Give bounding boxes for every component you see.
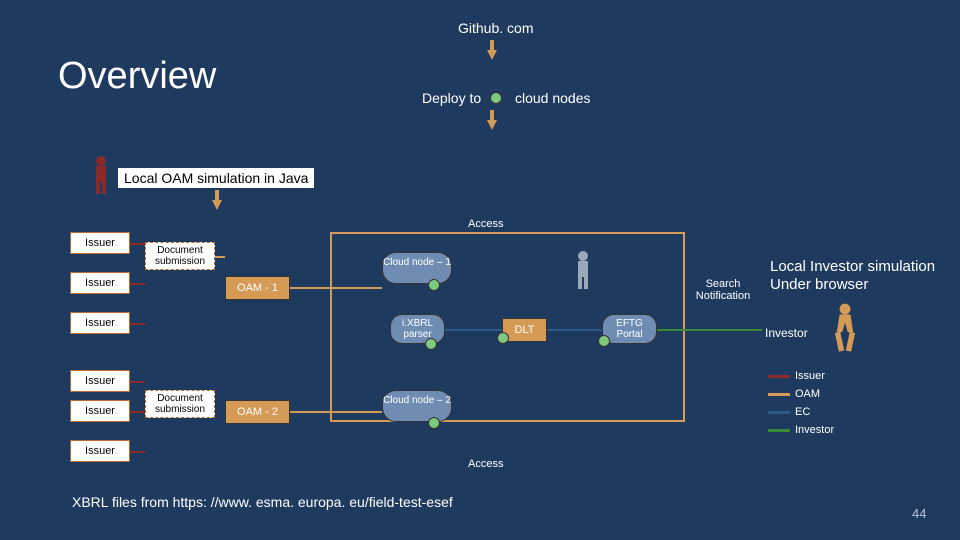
- page-title: Overview: [58, 55, 216, 98]
- connector: [547, 329, 602, 331]
- node-dot-icon: [428, 279, 440, 291]
- connector: [290, 411, 382, 413]
- cloud-dot-icon: [490, 92, 502, 104]
- arrow-stem: [490, 40, 494, 50]
- connector: [290, 287, 382, 289]
- issuer-box: Issuer: [70, 232, 130, 254]
- ixbrl-parser: i.XBRL parser: [390, 314, 445, 344]
- arrow-stem: [490, 110, 494, 120]
- arrow-down-icon: [487, 50, 497, 60]
- legend-ec: EC: [768, 406, 810, 418]
- oam-1-box: OAM - 1: [225, 276, 290, 300]
- connector: [445, 329, 502, 331]
- eftg-portal: EFTG Portal: [602, 314, 657, 344]
- connector: [130, 243, 145, 245]
- cloud-node-1: Cloud node – 1: [382, 252, 452, 284]
- issuer-box: Issuer: [70, 440, 130, 462]
- node-dot-icon: [598, 335, 610, 347]
- connector: [215, 256, 225, 258]
- oam-2-box: OAM - 2: [225, 400, 290, 424]
- legend-issuer: Issuer: [768, 370, 825, 382]
- connector: [130, 411, 145, 413]
- footer-text: XBRL files from https: //www. esma. euro…: [72, 494, 453, 510]
- cloud-node-2: Cloud node – 2: [382, 390, 452, 422]
- cloud-nodes-label: cloud nodes: [515, 90, 591, 106]
- investor-label: Investor: [765, 326, 808, 340]
- investor-sim-line1: Local Investor simulation: [770, 258, 935, 276]
- connector: [130, 451, 145, 453]
- doc-submission-box: Document submission: [145, 242, 215, 270]
- deploy-to-label: Deploy to: [422, 90, 481, 106]
- connector: [130, 381, 145, 383]
- person-icon: [90, 155, 112, 195]
- page-number: 44: [912, 506, 926, 521]
- walking-person-icon: [830, 302, 860, 357]
- access-label: Access: [468, 458, 503, 470]
- legend-oam: OAM: [768, 388, 820, 400]
- connector: [130, 283, 145, 285]
- connector: [130, 323, 145, 325]
- github-label: Github. com: [458, 20, 533, 36]
- local-sim-label: Local OAM simulation in Java: [118, 168, 314, 188]
- node-dot-icon: [425, 338, 437, 350]
- legend-investor: Investor: [768, 424, 834, 436]
- issuer-box: Issuer: [70, 312, 130, 334]
- node-dot-icon: [428, 417, 440, 429]
- doc-submission-box: Document submission: [145, 390, 215, 418]
- issuer-box: Issuer: [70, 272, 130, 294]
- arrow-down-icon: [487, 120, 497, 130]
- issuer-box: Issuer: [70, 400, 130, 422]
- issuer-box: Issuer: [70, 370, 130, 392]
- arrow-stem: [215, 190, 219, 200]
- investor-sim-line2: Under browser: [770, 276, 868, 294]
- connector: [657, 329, 762, 331]
- person-icon: [572, 250, 594, 290]
- node-dot-icon: [497, 332, 509, 344]
- arrow-down-icon: [212, 200, 222, 210]
- access-label: Access: [468, 218, 503, 230]
- search-notification-label: Search Notification: [688, 278, 758, 302]
